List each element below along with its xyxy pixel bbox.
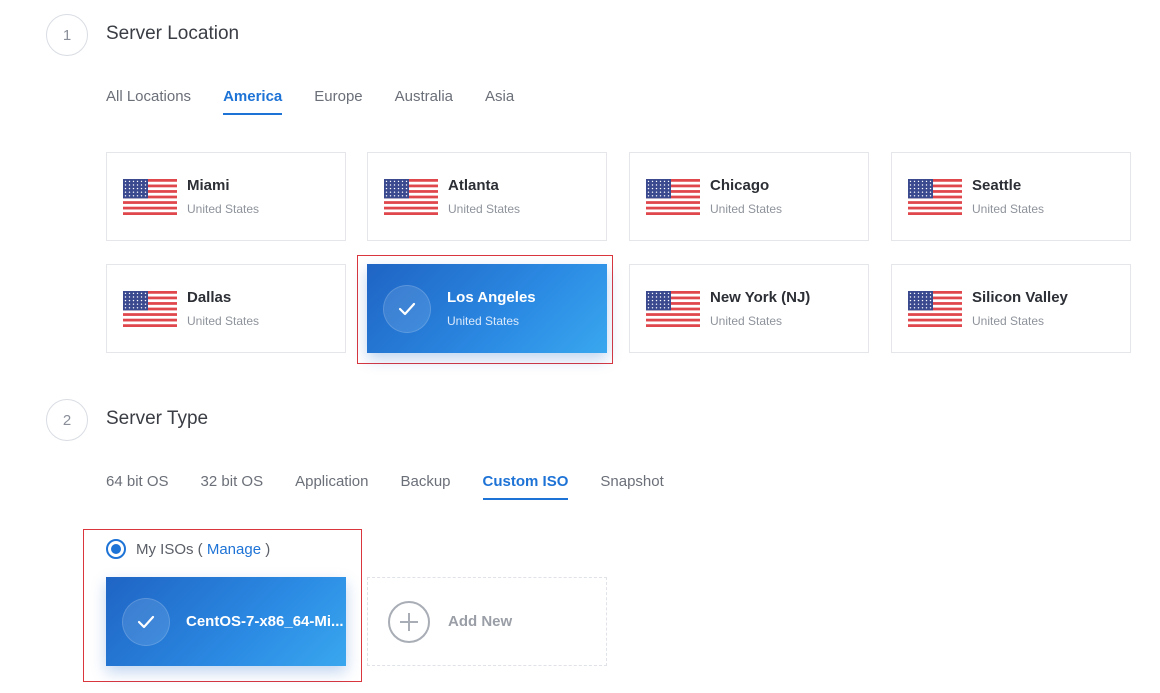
add-new-label: Add New xyxy=(448,613,513,630)
tab-snapshot[interactable]: Snapshot xyxy=(600,473,663,500)
tab-america[interactable]: America xyxy=(223,88,283,115)
my-isos-radio[interactable] xyxy=(106,539,126,559)
tab-64-bit-os[interactable]: 64 bit OS xyxy=(106,473,169,500)
tab-all-locations[interactable]: All Locations xyxy=(106,88,191,115)
tab-asia[interactable]: Asia xyxy=(485,88,514,115)
location-tabs: All Locations America Europe Australia A… xyxy=(106,88,546,115)
location-card-new-york[interactable]: New York (NJ) United States xyxy=(629,264,869,353)
section-title-server-location: Server Location xyxy=(106,23,240,44)
location-country: United States xyxy=(710,314,783,328)
location-country: United States xyxy=(447,314,520,328)
us-flag-icon xyxy=(908,290,962,327)
us-flag-icon xyxy=(646,290,700,327)
checkmark-icon xyxy=(398,302,416,315)
step-number: 1 xyxy=(62,26,72,44)
location-country: United States xyxy=(187,314,260,328)
us-flag-icon xyxy=(123,290,177,327)
location-name: Los Angeles xyxy=(447,289,536,306)
step-number-circle: 1 xyxy=(46,14,88,56)
us-flag-icon xyxy=(646,178,700,215)
plus-icon xyxy=(400,612,418,631)
location-card-dallas[interactable]: Dallas United States xyxy=(106,264,346,353)
tab-application[interactable]: Application xyxy=(295,473,368,500)
location-country: United States xyxy=(972,202,1045,216)
iso-name: CentOS-7-x86_64-Mi... xyxy=(186,613,344,630)
location-card-chicago[interactable]: Chicago United States xyxy=(629,152,869,241)
my-isos-radio-row: My ISOs ( Manage ) xyxy=(106,539,270,559)
location-country: United States xyxy=(448,202,521,216)
location-country: United States xyxy=(710,202,783,216)
us-flag-icon xyxy=(908,178,962,215)
tab-custom-iso[interactable]: Custom ISO xyxy=(482,473,569,500)
location-name: New York (NJ) xyxy=(710,289,811,306)
tab-europe[interactable]: Europe xyxy=(314,88,362,115)
location-name: Miami xyxy=(187,177,230,194)
tab-backup[interactable]: Backup xyxy=(400,473,450,500)
location-card-atlanta[interactable]: Atlanta United States xyxy=(367,152,607,241)
my-isos-label-suffix: ) xyxy=(265,540,271,558)
location-country: United States xyxy=(972,314,1045,328)
location-card-miami[interactable]: Miami United States xyxy=(106,152,346,241)
location-card-silicon-valley[interactable]: Silicon Valley United States xyxy=(891,264,1131,353)
my-isos-label: My ISOs ( xyxy=(136,540,203,558)
tab-australia[interactable]: Australia xyxy=(395,88,453,115)
location-name: Seattle xyxy=(972,177,1022,194)
check-circle-icon xyxy=(383,284,431,333)
server-type-tabs: 64 bit OS 32 bit OS Application Backup C… xyxy=(106,473,696,500)
iso-card-centos[interactable]: CentOS-7-x86_64-Mi... xyxy=(106,577,346,666)
location-card-seattle[interactable]: Seattle United States xyxy=(891,152,1131,241)
radio-dot xyxy=(111,544,121,554)
step-number-circle: 2 xyxy=(46,399,88,441)
us-flag-icon xyxy=(123,178,177,215)
location-name: Silicon Valley xyxy=(972,289,1068,306)
location-name: Atlanta xyxy=(448,177,499,194)
tab-32-bit-os[interactable]: 32 bit OS xyxy=(201,473,264,500)
plus-circle-icon xyxy=(388,600,430,643)
location-name: Dallas xyxy=(187,289,232,306)
check-circle-icon xyxy=(122,597,170,646)
location-name: Chicago xyxy=(710,177,770,194)
manage-link[interactable]: Manage xyxy=(207,541,261,558)
location-card-los-angeles[interactable]: Los Angeles United States xyxy=(367,264,607,353)
us-flag-icon xyxy=(384,178,438,215)
section-title-server-type: Server Type xyxy=(106,408,209,429)
add-new-iso-card[interactable]: Add New xyxy=(367,577,607,666)
checkmark-icon xyxy=(137,615,155,628)
step-number: 2 xyxy=(62,411,72,429)
location-country: United States xyxy=(187,202,260,216)
